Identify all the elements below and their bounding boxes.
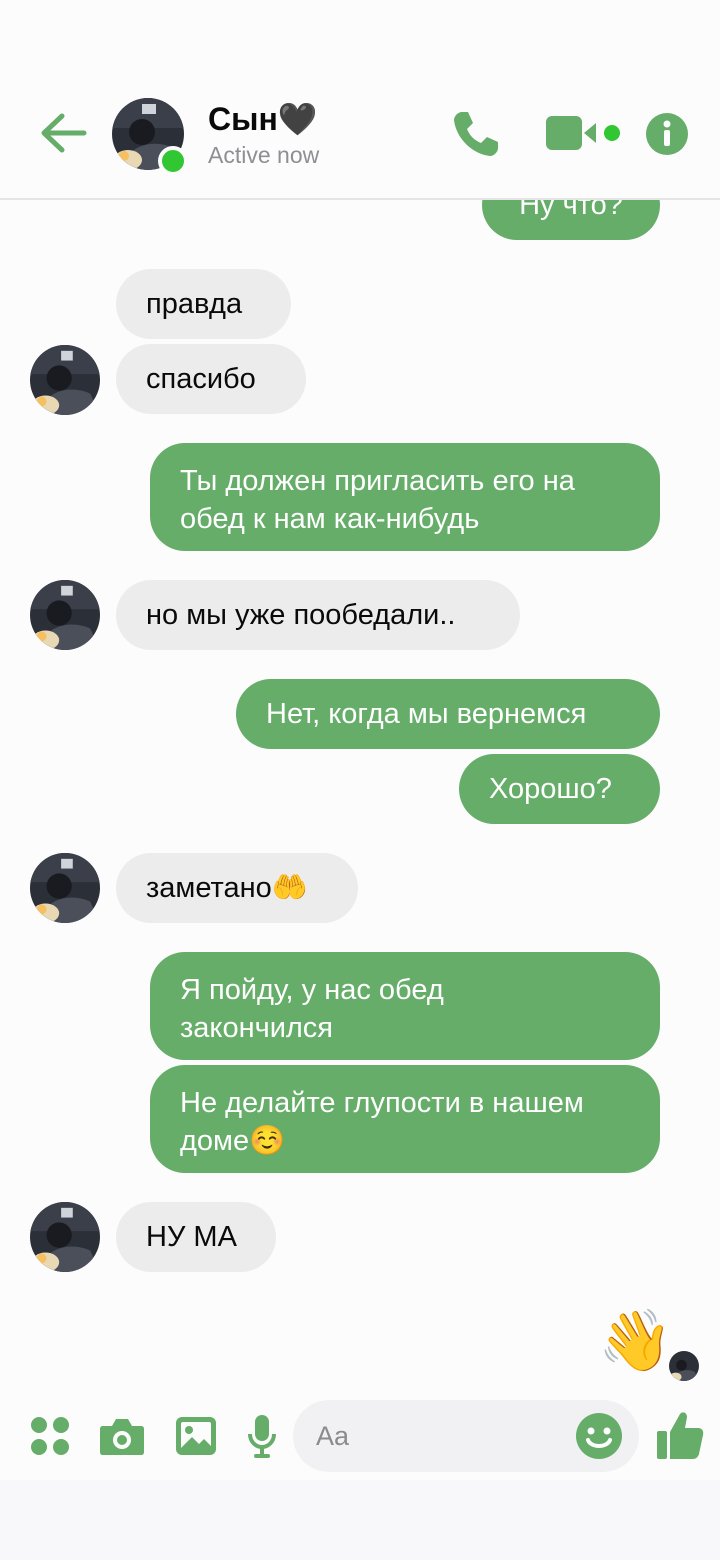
emoji-button[interactable] <box>575 1412 623 1460</box>
apps-button[interactable] <box>30 1416 70 1456</box>
phone-icon <box>454 112 498 156</box>
smiley-icon <box>576 1413 622 1459</box>
message-input[interactable]: Aa <box>293 1400 639 1472</box>
bottom-bar <box>0 1480 720 1560</box>
message-bubble-incoming[interactable]: но мы уже пообедали.. <box>116 580 520 650</box>
like-button[interactable] <box>656 1410 704 1460</box>
message-bubble-outgoing[interactable]: Я пойду, у нас обед закончился <box>150 952 660 1060</box>
wave-emoji-message[interactable]: 👋 <box>598 1306 673 1376</box>
info-button[interactable] <box>645 112 689 156</box>
online-indicator <box>158 146 188 176</box>
message-bubble-outgoing[interactable]: Нет, когда мы вернемся <box>236 679 660 749</box>
call-button[interactable] <box>450 108 502 160</box>
sender-avatar[interactable] <box>30 345 100 415</box>
contact-name[interactable]: Сын🖤 <box>208 100 318 138</box>
message-bubble-outgoing[interactable]: Хорошо? <box>459 754 660 824</box>
message-bubble-incoming[interactable]: НУ МА <box>116 1202 276 1272</box>
sender-avatar[interactable] <box>30 580 100 650</box>
apps-icon <box>31 1417 69 1455</box>
thumbs-up-icon <box>657 1412 704 1459</box>
video-camera-icon <box>546 116 620 150</box>
message-bubble-incoming[interactable]: заметано🤲 <box>116 853 358 923</box>
message-input-placeholder: Aa <box>316 1421 350 1451</box>
arrow-left-icon <box>41 113 87 153</box>
message-bubble-incoming[interactable]: правда <box>116 269 291 339</box>
gallery-button[interactable] <box>175 1416 217 1456</box>
microphone-icon <box>248 1415 276 1458</box>
image-icon <box>176 1417 216 1455</box>
message-bubble-incoming[interactable]: спасибо <box>116 344 306 414</box>
seen-avatar <box>669 1351 699 1381</box>
chat-header: Сын🖤 Active now <box>0 0 720 200</box>
message-bubble-outgoing[interactable]: Ты должен пригласить его на обед к нам к… <box>150 443 660 551</box>
message-bubble-outgoing[interactable]: Не делайте глупости в нашем доме☺️ <box>150 1065 660 1173</box>
sender-avatar[interactable] <box>30 853 100 923</box>
camera-button[interactable] <box>99 1416 145 1456</box>
contact-status: Active now <box>208 142 320 168</box>
sender-avatar[interactable] <box>30 1202 100 1272</box>
video-call-button[interactable] <box>544 114 624 152</box>
info-icon <box>646 113 688 155</box>
microphone-button[interactable] <box>248 1414 276 1458</box>
back-button[interactable] <box>38 110 88 156</box>
camera-icon <box>100 1419 144 1455</box>
